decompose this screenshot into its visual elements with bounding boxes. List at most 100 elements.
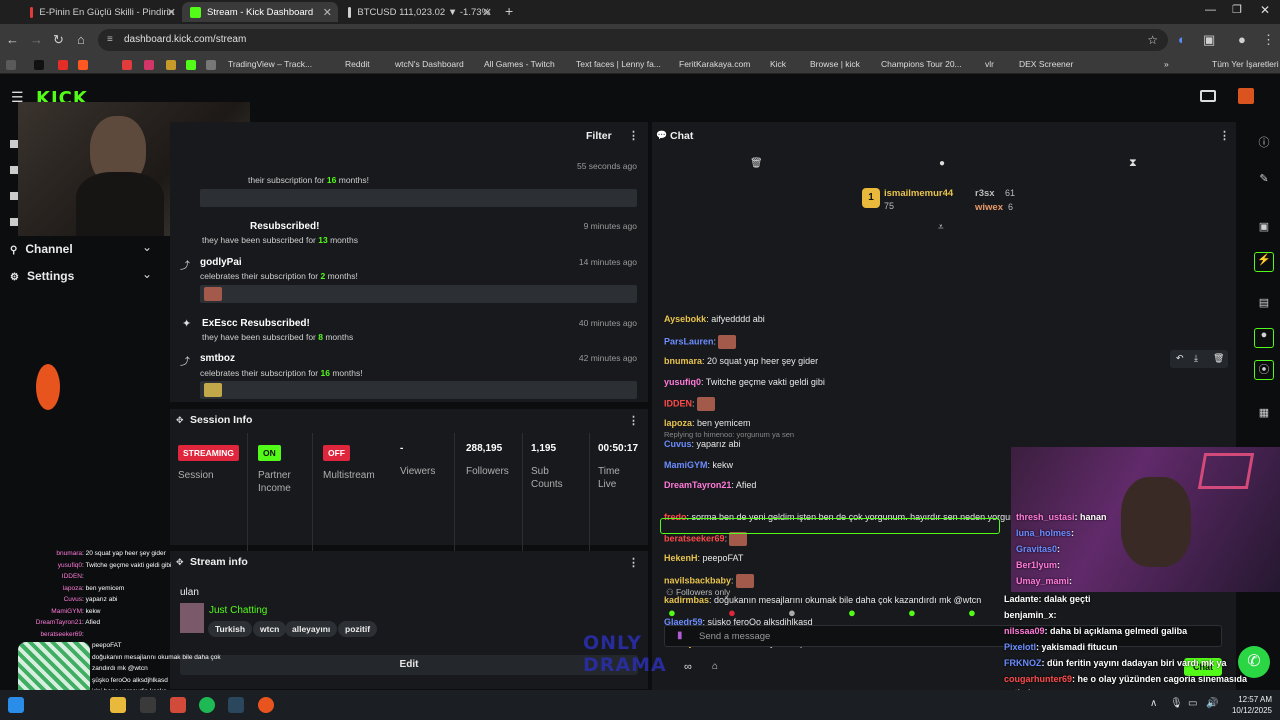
bookmark-star-icon[interactable]: ☆ (1147, 29, 1158, 51)
chat-message[interactable]: MamiGYM: kekw (664, 460, 733, 470)
screen-icon[interactable]: ▣ (1257, 220, 1271, 234)
pin-icon[interactable]: ⤓ (1194, 353, 1198, 364)
kebab-menu-icon[interactable]: ⋮ (628, 129, 639, 142)
broadcast-icon[interactable]: ⦿ (1254, 360, 1274, 380)
chat-message[interactable]: navilsbackbaby: (664, 574, 754, 588)
chat-username[interactable]: DreamTayron21 (664, 480, 731, 490)
profile-avatar[interactable]: ● (1238, 32, 1246, 47)
extension-icon[interactable]: ◐ (1178, 32, 1186, 47)
new-tab-icon[interactable]: + (505, 3, 513, 19)
kebab-menu-icon[interactable]: ⋮ (1219, 129, 1230, 142)
lightning-icon[interactable]: ⚡ (1254, 252, 1274, 272)
edit-button[interactable]: Edit (180, 655, 638, 675)
youtube-icon[interactable] (58, 60, 68, 70)
bookmark-dashboard[interactable]: wtcN's Dashboard (395, 59, 464, 69)
info-icon[interactable]: ⓘ (1257, 134, 1271, 149)
chat-mode-icon[interactable]: ● (939, 158, 945, 169)
chat-message[interactable]: DreamTayron21: Afied (664, 480, 756, 490)
delete-icon[interactable]: 🗑 (1213, 353, 1224, 364)
extensions-icon[interactable]: ▣ (1203, 32, 1215, 48)
chat-username[interactable]: navilsbackbaby (664, 575, 731, 585)
chat-rail-icon[interactable]: ● (1254, 328, 1274, 348)
browser-tab-1[interactable]: E-Pinin En Güçlü Skilli - Pindirin ✕ (22, 2, 182, 22)
maximize-icon[interactable]: ❐ (1232, 3, 1242, 16)
volume-icon[interactable]: 🔊 (1206, 698, 1218, 709)
bookmark-dex[interactable]: DEX Screener (1019, 59, 1073, 69)
chat-username[interactable]: ParsLauren (664, 336, 714, 346)
bookmark-icon[interactable] (122, 60, 132, 70)
spotify-icon[interactable] (199, 697, 215, 713)
trash-icon[interactable]: 🗑 (750, 158, 763, 169)
bookmarks-overflow-icon[interactable]: » (1164, 59, 1169, 69)
emote-sticker-icon[interactable]: ● (668, 605, 676, 620)
chat-message[interactable]: ParsLauren: (664, 335, 737, 349)
emote-sticker-icon[interactable]: ● (908, 605, 916, 620)
sidebar-item-channel[interactable]: ⚲ Channel (10, 242, 73, 256)
steam-icon[interactable] (228, 697, 244, 713)
chat-message[interactable]: yusufiq0: Twitche geçme vakti geldi gibi (664, 377, 825, 387)
bookmark-icon[interactable] (186, 60, 196, 70)
bookmark-icon[interactable] (144, 60, 154, 70)
browser-menu-icon[interactable]: ⋮ (1262, 32, 1275, 48)
chat-username[interactable]: MamiGYM (664, 460, 708, 470)
tray-chevron-icon[interactable]: ∧ (1150, 698, 1157, 709)
apps-icon[interactable] (6, 60, 16, 70)
close-icon[interactable]: ✕ (167, 6, 176, 19)
bookmark-ferit[interactable]: FeritKarakaya.com (679, 59, 750, 69)
forward-icon[interactable]: → (30, 32, 43, 47)
layout-icon[interactable]: ▦ (1257, 406, 1271, 420)
status-badge[interactable]: ON (258, 445, 281, 461)
channel-avatar[interactable] (1238, 88, 1254, 104)
bookmark-lenny[interactable]: Text faces | Lenny fa... (576, 59, 661, 69)
stream-preview-icon[interactable] (1200, 90, 1216, 102)
site-info-icon[interactable]: ≡ (107, 29, 113, 51)
bookmark-kick[interactable]: Kick (770, 59, 786, 69)
reply-icon[interactable]: ↶ (1176, 353, 1184, 364)
chat-username[interactable]: bnumara (664, 356, 702, 366)
chat-username[interactable]: HekenH (664, 553, 698, 563)
bookmark-icon[interactable] (166, 60, 176, 70)
chat-username[interactable]: lapoza (664, 418, 692, 428)
kebab-menu-icon[interactable]: ⋮ (628, 556, 639, 569)
kebab-menu-icon[interactable]: ⋮ (628, 414, 639, 427)
chat-message[interactable]: beratseeker69: (664, 532, 748, 546)
emote-sticker-icon[interactable]: ● (788, 605, 796, 620)
network-icon[interactable]: ▭ (1188, 698, 1197, 709)
browser-tab-2[interactable]: Stream - Kick Dashboard ✕ (182, 2, 338, 22)
category-link[interactable]: Just Chatting (209, 605, 267, 616)
reload-icon[interactable]: ↻ (53, 32, 64, 48)
start-icon[interactable] (8, 697, 24, 713)
bookmark-browse-kick[interactable]: Browse | kick (810, 59, 860, 69)
infinity-icon[interactable]: ∞ (684, 661, 692, 673)
taskbar-app-icon[interactable] (140, 697, 156, 713)
chat-message[interactable]: Aysebokk: aifyedddd abi (664, 314, 765, 324)
close-icon[interactable]: ✕ (323, 6, 332, 19)
filter-button[interactable]: Filter (586, 130, 612, 142)
mic-icon[interactable]: 🎙 (1170, 698, 1183, 709)
bookmark-all[interactable]: Tüm Yer İşaretleri (1212, 59, 1279, 69)
minimize-icon[interactable]: — (1205, 4, 1216, 16)
document-icon[interactable]: ▤ (1257, 296, 1271, 310)
chat-username[interactable]: Cuvus (664, 439, 692, 449)
expand-leaderboard-icon[interactable]: ⩡ (938, 222, 944, 233)
chat-message[interactable]: bnumara: 20 squat yap heer şey gider (664, 356, 818, 366)
store-icon[interactable]: ⌂ (712, 661, 718, 672)
chat-username[interactable]: Aysebokk (664, 314, 706, 324)
bookmark-vlr[interactable]: vlr (985, 59, 994, 69)
chat-message[interactable]: IDDEN: (664, 397, 715, 411)
bookmark-reddit[interactable]: Reddit (345, 59, 370, 69)
url-input[interactable]: ≡ dashboard.kick.com/stream ☆ (98, 29, 1168, 51)
reddit-small-icon[interactable] (78, 60, 88, 70)
browser-tab-3[interactable]: BTCUSD 111,023.02 ▼ -1.73% ✕ (340, 2, 498, 22)
emote-sticker-icon[interactable]: ● (728, 605, 736, 620)
bookmark-tradingview[interactable]: TradingView – Track... (228, 59, 312, 69)
bookmark-icon[interactable] (206, 60, 216, 70)
back-icon[interactable]: ← (6, 32, 19, 47)
chevron-down-icon[interactable]: ⌄ (142, 267, 152, 281)
chat-message[interactable]: HekenH: peepoFAT (664, 553, 743, 563)
chevron-down-icon[interactable]: ⌄ (142, 240, 152, 254)
status-badge[interactable]: OFF (323, 445, 350, 461)
chat-username[interactable]: yusufiq0 (664, 377, 701, 387)
chat-message[interactable]: Cuvus: yaparız abi (664, 439, 741, 449)
sidebar-item-settings[interactable]: ⚙ Settings (10, 269, 74, 283)
